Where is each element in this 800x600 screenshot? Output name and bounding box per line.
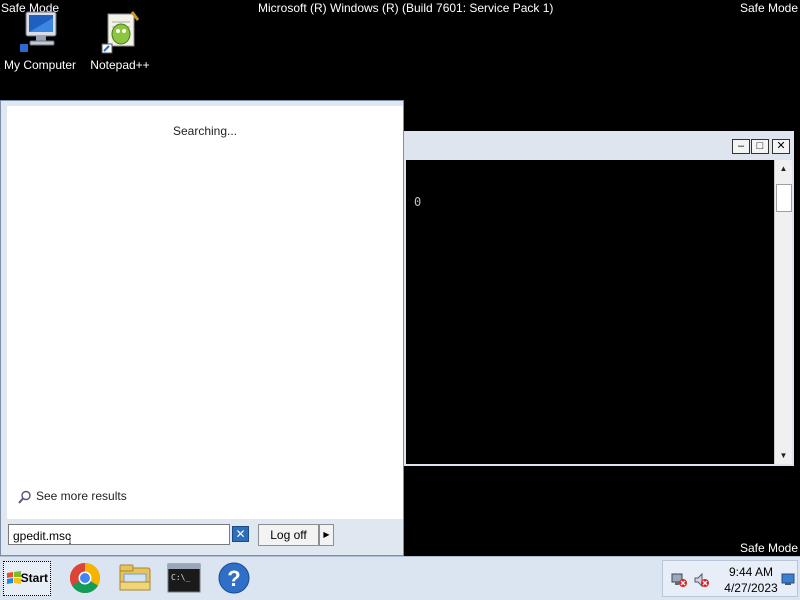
show-desktop-icon[interactable] [781, 572, 795, 586]
safe-mode-label-top-right: Safe Mode [739, 1, 798, 15]
explorer-icon[interactable] [117, 562, 153, 594]
search-icon [18, 490, 31, 504]
log-off-button[interactable]: Log off [258, 524, 319, 546]
desktop-icon-label: My Computer [3, 58, 77, 72]
start-search-input[interactable] [8, 524, 230, 545]
notepadpp-icon [101, 11, 140, 54]
console-output: 0 [414, 195, 422, 209]
shutdown-options-arrow-icon[interactable]: ▶ [319, 524, 334, 546]
svg-text:?: ? [227, 566, 240, 591]
start-menu: Searching... See more results ✕ Log off … [0, 100, 404, 556]
build-info-label: Microsoft (R) Windows (R) (Build 7601: S… [258, 1, 554, 15]
desktop-icon-my-computer[interactable]: My Computer [1, 8, 79, 72]
clock-date[interactable]: 4/27/2023 [719, 581, 783, 595]
console-vertical-scrollbar[interactable]: ▲ ▼ [774, 160, 792, 464]
computer-icon [20, 11, 57, 52]
desktop: Safe Mode Safe Mode Microsoft (R) Window… [0, 0, 800, 600]
cmd-icon[interactable]: C:\_ [166, 562, 202, 594]
close-icon[interactable]: ✕ [772, 139, 790, 154]
text-cursor-icon [69, 535, 71, 544]
scroll-down-icon[interactable]: ▼ [775, 447, 792, 464]
scroll-up-icon[interactable]: ▲ [775, 160, 792, 177]
help-icon[interactable]: ? [216, 562, 252, 594]
scroll-thumb[interactable] [776, 184, 792, 212]
search-results-pane: Searching... See more results [7, 106, 403, 519]
desktop-icon-notepadpp[interactable]: Notepad++ [81, 8, 159, 72]
see-more-label: See more results [36, 489, 127, 503]
console-titlebar[interactable]: – □ ✕ [406, 133, 792, 160]
start-button[interactable]: Start [3, 561, 51, 596]
svg-text:C:\_: C:\_ [171, 573, 190, 582]
system-tray: 9:44 AM 4/27/2023 [662, 560, 798, 597]
clock-time[interactable]: 9:44 AM [725, 565, 777, 579]
volume-muted-icon[interactable] [693, 572, 709, 588]
taskbar: Start C:\_ ? 9:44 AM 4/27/2023 [0, 556, 800, 600]
network-disconnected-icon[interactable] [671, 572, 687, 588]
see-more-results-link[interactable]: See more results [18, 489, 127, 504]
searching-status: Searching... [172, 124, 238, 138]
safe-mode-label-bottom-right: Safe Mode [739, 541, 798, 555]
maximize-icon[interactable]: □ [751, 139, 769, 154]
windows-flag-icon [7, 571, 21, 584]
clear-search-icon[interactable]: ✕ [232, 526, 249, 542]
desktop-icon-label: Notepad++ [90, 58, 150, 72]
chrome-icon[interactable] [67, 562, 103, 594]
console-window[interactable]: – □ ✕ 0 ▲ ▼ [404, 131, 794, 466]
start-label: Start [20, 571, 48, 585]
minimize-icon[interactable]: – [732, 139, 750, 154]
